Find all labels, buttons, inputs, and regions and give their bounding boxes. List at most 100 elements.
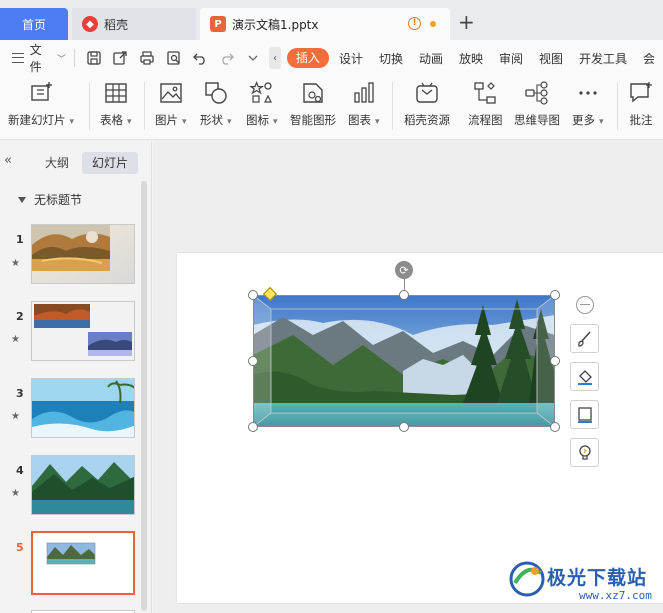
tab-outline[interactable]: 大纲 xyxy=(35,152,79,174)
slide-thumbnail-5[interactable] xyxy=(31,531,135,595)
more-label: 更多 xyxy=(572,113,595,127)
mindmap-label: 思维导图 xyxy=(514,113,560,127)
tab-slides[interactable]: 幻灯片 xyxy=(82,152,139,174)
tab-document-label: 演示文稿1.pptx xyxy=(232,17,319,32)
more-button[interactable]: 更多 ▾ xyxy=(572,80,604,128)
tab-view[interactable]: 视图 xyxy=(531,50,571,67)
tab-developer-tools[interactable]: 开发工具 xyxy=(571,50,635,67)
fill-bucket-icon xyxy=(577,369,592,385)
slide-number: 3 xyxy=(16,387,24,400)
save-icon[interactable] xyxy=(83,47,105,69)
two-landscape-images xyxy=(32,302,134,360)
section-header[interactable]: 无标题节 xyxy=(18,191,82,208)
autumn-lake-image xyxy=(32,225,134,283)
chart-label: 图表 xyxy=(348,113,371,127)
customize-toolbar-icon[interactable] xyxy=(243,47,265,69)
resize-handle-top[interactable] xyxy=(399,290,409,300)
rotate-handle-icon[interactable]: ⟳ xyxy=(395,261,413,279)
table-icon xyxy=(105,83,127,103)
tab-member[interactable]: 会 xyxy=(635,50,663,67)
chart-icon xyxy=(354,82,374,103)
flowchart-icon xyxy=(474,82,496,104)
divider xyxy=(144,82,145,130)
collapse-toolbar-icon[interactable] xyxy=(576,296,594,314)
resize-handle-right[interactable] xyxy=(550,356,560,366)
slide-thumbnail-1[interactable] xyxy=(31,224,135,284)
resize-handle-top-left[interactable] xyxy=(248,290,258,300)
chevron-down-icon: ▾ xyxy=(182,117,187,127)
resize-handle-bottom[interactable] xyxy=(399,422,409,432)
tab-transition[interactable]: 切换 xyxy=(371,50,411,67)
smart-graphic-button[interactable]: 智能图形 xyxy=(290,80,336,128)
export-icon[interactable] xyxy=(110,47,132,69)
shape-button[interactable]: 形状 ▾ xyxy=(200,80,232,128)
editing-canvas: ⟳ xyxy=(153,141,663,613)
tab-review[interactable]: 审阅 xyxy=(491,50,531,67)
smart-suggest-button[interactable] xyxy=(570,438,599,467)
scrollbar-thumb[interactable] xyxy=(141,181,147,611)
resize-handle-left[interactable] xyxy=(248,356,258,366)
more-dots-icon xyxy=(579,91,597,95)
scroll-left-icon[interactable]: ‹ xyxy=(269,47,281,69)
tab-slideshow[interactable]: 放映 xyxy=(451,50,491,67)
section-title: 无标题节 xyxy=(34,193,83,207)
collapse-panel-icon[interactable]: « xyxy=(4,153,12,168)
mindmap-button[interactable]: 思维导图 xyxy=(514,80,560,128)
slide-thumbnail-3[interactable] xyxy=(31,378,135,438)
daoke-logo-icon: ◆ xyxy=(82,16,98,32)
resize-handle-bottom-right[interactable] xyxy=(550,422,560,432)
tab-document[interactable]: P 演示文稿1.pptx ! xyxy=(200,8,450,40)
daoke-resources-button[interactable]: 稻壳资源 xyxy=(404,80,450,128)
redo-icon[interactable] xyxy=(216,47,238,69)
print-icon[interactable] xyxy=(136,47,158,69)
resize-handle-top-right[interactable] xyxy=(550,290,560,300)
chevron-down-icon: ▾ xyxy=(375,117,380,127)
icon-button[interactable]: 图标 ▾ xyxy=(246,80,278,128)
watermark-logo xyxy=(509,561,545,597)
flowchart-button[interactable]: 流程图 xyxy=(468,80,503,128)
comment-button[interactable]: 批注 xyxy=(628,80,654,128)
new-tab-plus-icon[interactable]: + xyxy=(458,10,475,34)
undo-icon[interactable] xyxy=(189,47,211,69)
picture-style-button[interactable] xyxy=(570,324,599,353)
comment-label: 批注 xyxy=(629,113,653,127)
comment-icon xyxy=(630,82,652,103)
animation-star-icon: ★ xyxy=(11,334,20,345)
title-tab-bar: 首页 ◆ 稻壳 P 演示文稿1.pptx ! + xyxy=(0,0,663,40)
picture-button[interactable]: 图片 ▾ xyxy=(155,80,187,128)
warning-icon[interactable]: ! xyxy=(408,17,421,30)
slide-thumbnail-4[interactable] xyxy=(31,455,135,515)
file-menu[interactable]: 文件 ﹀ xyxy=(12,41,66,75)
new-slide-icon xyxy=(31,82,53,101)
slide-thumbnail-2[interactable] xyxy=(31,301,135,361)
mindmap-icon xyxy=(525,81,548,105)
divider xyxy=(74,49,75,67)
ocean-wave-image xyxy=(32,379,134,437)
table-button[interactable]: 表格 ▾ xyxy=(100,80,132,128)
site-watermark: 极光下载站 www.xz7.com xyxy=(505,555,663,607)
daoke-resources-label: 稻壳资源 xyxy=(404,113,450,127)
panel-tabs: « 大纲 幻灯片 xyxy=(0,141,152,183)
tab-home[interactable]: 首页 xyxy=(0,8,68,40)
border-icon xyxy=(577,406,592,423)
caret-down-icon xyxy=(18,196,26,203)
shape-icon xyxy=(205,82,227,104)
resize-handle-bottom-left[interactable] xyxy=(248,422,258,432)
tab-animation[interactable]: 动画 xyxy=(411,50,451,67)
animation-star-icon: ★ xyxy=(11,488,20,499)
watermark-text: 极光下载站 xyxy=(547,567,648,589)
divider xyxy=(392,82,393,130)
new-slide-button[interactable]: 新建幻灯片 ▾ xyxy=(8,80,74,128)
fill-button[interactable] xyxy=(570,362,599,391)
lightbulb-icon xyxy=(578,444,591,460)
shape-label: 形状 xyxy=(200,113,223,127)
presentation-file-icon: P xyxy=(210,16,226,32)
tab-daoke[interactable]: ◆ 稻壳 xyxy=(72,8,196,40)
tab-insert[interactable]: 插入 xyxy=(286,48,329,68)
print-preview-icon[interactable] xyxy=(163,47,185,69)
tab-design[interactable]: 设计 xyxy=(331,50,371,67)
watermark-url: www.xz7.com xyxy=(579,589,652,602)
chart-button[interactable]: 图表 ▾ xyxy=(348,80,380,128)
smart-graphic-icon xyxy=(303,83,323,103)
border-button[interactable] xyxy=(570,400,599,429)
